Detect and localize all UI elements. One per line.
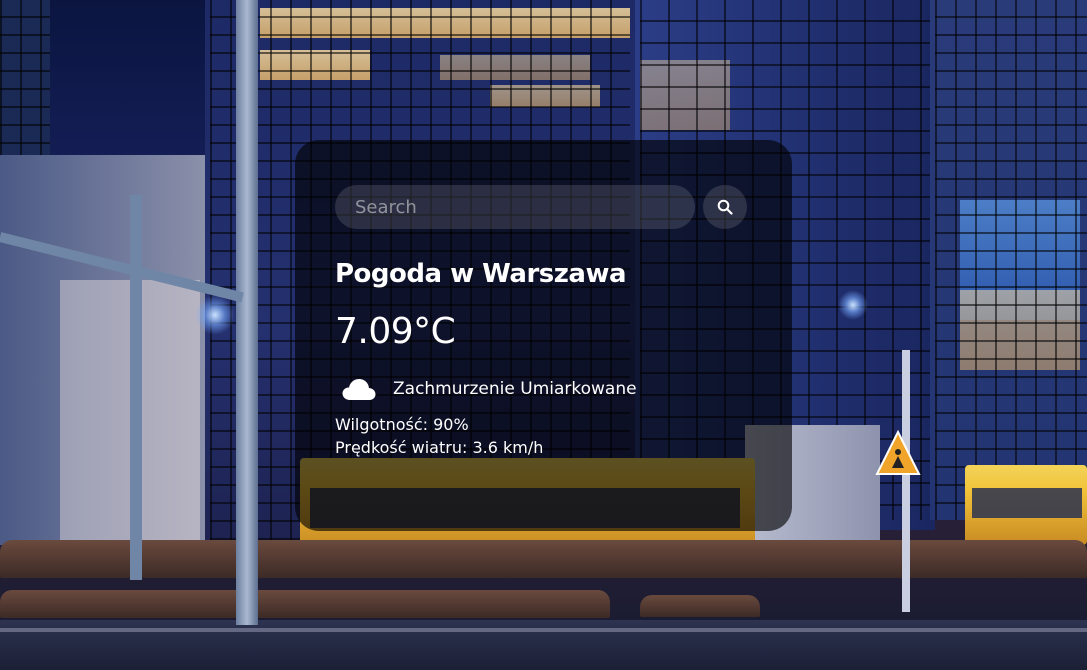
- humidity-text: Wilgotność: 90%: [335, 415, 469, 434]
- wind-speed-text: Prędkość wiatru: 3.6 km/h: [335, 438, 544, 457]
- weather-description-row: Zachmurzenie Umiarkowane: [335, 376, 752, 402]
- curb: [0, 628, 1087, 632]
- search-button[interactable]: [703, 185, 747, 229]
- search-input[interactable]: [335, 185, 695, 229]
- temperature-value: 7.09°C: [335, 311, 456, 352]
- cloud-icon: [342, 379, 376, 400]
- search-row: [335, 185, 752, 229]
- search-icon: [717, 199, 733, 215]
- city-title: Pogoda w Warszawa: [335, 259, 627, 289]
- weather-description: Zachmurzenie Umiarkowane: [393, 379, 637, 399]
- building-windows: [935, 0, 1087, 520]
- hedge: [0, 590, 610, 618]
- street-light-glow: [195, 295, 235, 335]
- street-light-glow: [838, 290, 868, 320]
- tram-windows: [972, 488, 1082, 518]
- sign-pole: [902, 350, 910, 612]
- hedge: [0, 540, 1087, 578]
- warning-sign-icon: [875, 430, 921, 475]
- weather-card: Pogoda w Warszawa 7.09°C Zachmurzenie Um…: [295, 140, 792, 531]
- street-pole: [236, 0, 258, 625]
- street-pole: [130, 195, 142, 580]
- hedge: [640, 595, 760, 617]
